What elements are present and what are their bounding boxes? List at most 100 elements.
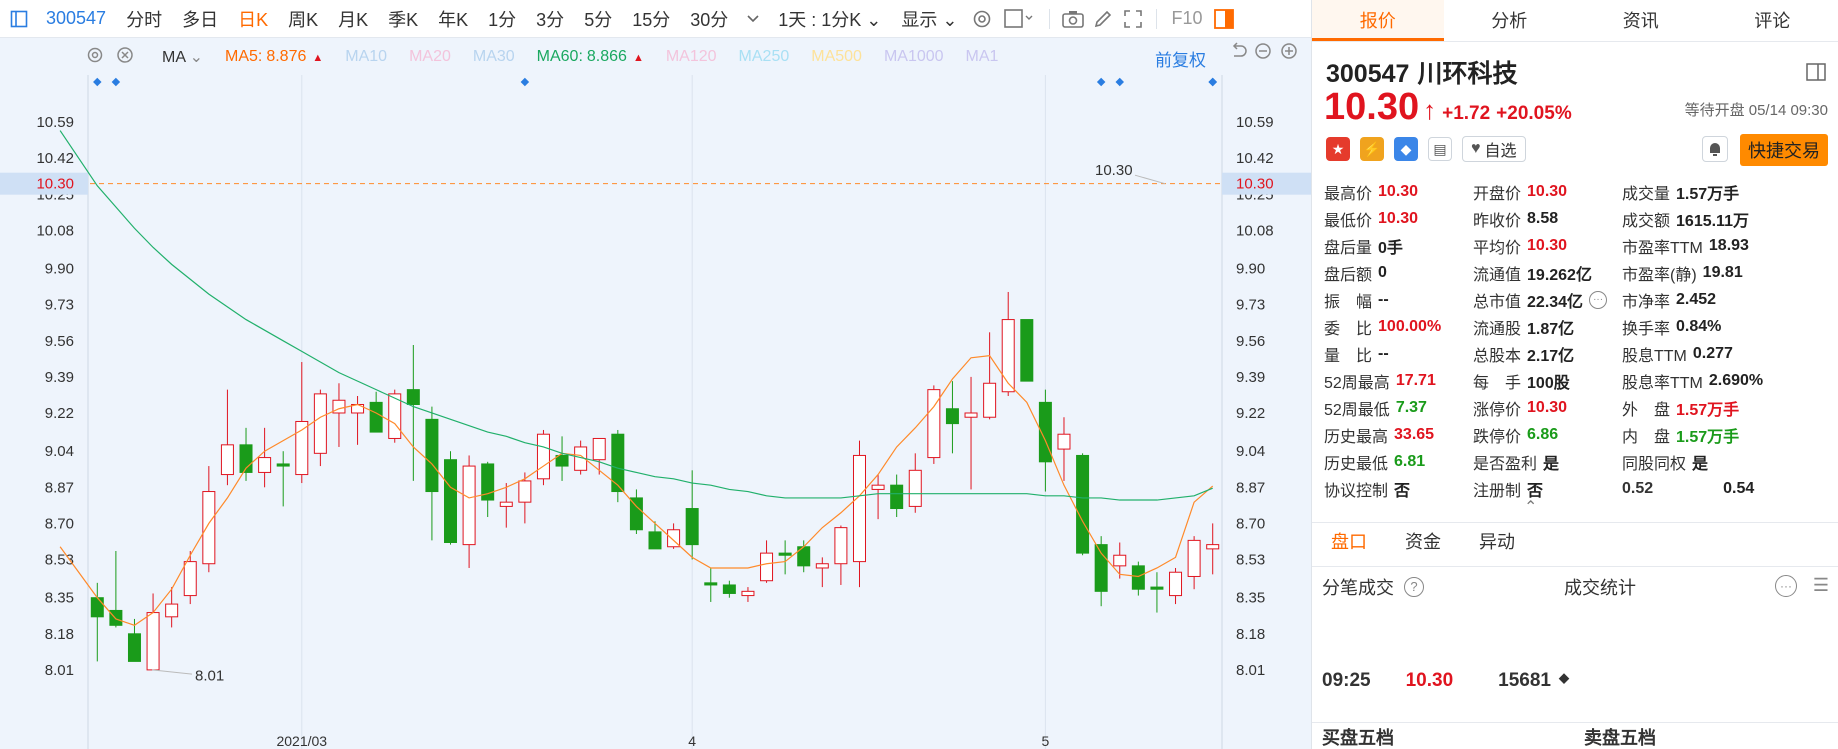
tab-1[interactable]: 分析 — [1444, 0, 1576, 41]
tag-icon[interactable]: ◆ — [1394, 137, 1418, 161]
bookmark-icon[interactable]: ▤ — [1428, 137, 1452, 161]
sub-tab-2[interactable]: 异动 — [1460, 523, 1534, 560]
quote-cell: 每 手 100股 — [1473, 369, 1622, 393]
range-select[interactable]: 1天 : 1分K ⌄ — [768, 6, 891, 32]
china-flag-icon[interactable]: ★ — [1326, 137, 1350, 161]
zoom-out-icon[interactable] — [1254, 42, 1280, 65]
quote-cell: 总股本 2.17亿 — [1473, 342, 1622, 366]
quote-cell: 外 盘 1.57万手 — [1622, 396, 1834, 420]
ticks-tab[interactable]: 分笔成交 — [1322, 574, 1394, 600]
undo-icon[interactable] — [1230, 42, 1256, 65]
event-marker-icon[interactable] — [111, 77, 121, 87]
display-label: 显示 — [901, 9, 938, 30]
settings-icon[interactable] — [967, 4, 997, 34]
quick-trade-button[interactable]: 快捷交易 — [1740, 134, 1828, 166]
quote-value: 0.277 — [1692, 344, 1733, 362]
ma-item[interactable]: MA500 — [789, 48, 862, 66]
candle-body — [1150, 586, 1164, 590]
list-icon[interactable]: ☰ — [1813, 575, 1829, 596]
sub-tab-0[interactable]: 盘口 — [1312, 523, 1386, 560]
chevron-down-icon[interactable] — [738, 4, 768, 34]
panel-toggle-icon[interactable] — [1209, 4, 1239, 34]
quote-value: 10.30 — [1527, 236, 1568, 254]
timeframe-tab[interactable]: 日K — [228, 6, 278, 32]
candle-body — [127, 633, 141, 662]
quote-cell: 52周最高 17.71 — [1324, 369, 1473, 393]
toolbar: 300547 分时 多日 日K 周K 月K 季K 年K 1分 3分 5分 15分 30分 1天 : 1… — [0, 0, 1311, 38]
candle-body — [611, 433, 625, 493]
fuquan-button[interactable]: 前复权 — [1155, 46, 1206, 71]
quote-label: 52周最高 — [1324, 374, 1390, 392]
ma-item[interactable]: MA120 — [644, 48, 717, 66]
tab-2[interactable]: 资讯 — [1575, 0, 1707, 41]
chevron-up-icon[interactable]: ⌃ — [1524, 497, 1537, 517]
f10-button[interactable]: F10 — [1165, 8, 1208, 29]
ma-item[interactable]: MA1 — [944, 48, 999, 66]
quote-value: 0.84% — [1676, 317, 1722, 335]
quote-label: 流通值 — [1473, 266, 1522, 284]
candle-body — [1169, 571, 1183, 597]
trade-stats-tab[interactable]: 成交统计 — [1564, 574, 1636, 600]
timeframe-tab[interactable]: 季K — [378, 6, 428, 32]
timeframe-tab[interactable]: 5分 — [574, 6, 622, 32]
display-select[interactable]: 显示 ⌄ — [891, 6, 967, 32]
ma-item[interactable]: MA30 — [451, 48, 515, 66]
quote-cell: 总市值 22.34亿 ··· — [1473, 288, 1622, 312]
quote-cell: 盘后额 0 — [1324, 261, 1473, 285]
ma-item[interactable]: MA5: 8.876 ▲ — [203, 48, 323, 66]
y-tick-label-left: 9.56 — [45, 333, 74, 350]
ma-item[interactable]: MA1000 — [862, 48, 944, 66]
event-marker-icon[interactable] — [93, 77, 102, 87]
timeframe-tab[interactable]: 1分 — [478, 6, 526, 32]
quote-value: 10.30 — [1378, 209, 1419, 227]
help-icon[interactable]: ? — [1404, 576, 1424, 597]
ma-item[interactable]: MA250 — [717, 48, 790, 66]
collapse-icon[interactable] — [1806, 63, 1826, 86]
timeframe-tab[interactable]: 3分 — [526, 6, 574, 32]
more-icon[interactable]: ··· — [1589, 290, 1608, 309]
ma-select[interactable]: MA ⌄ — [162, 47, 203, 67]
stock-code[interactable]: 300547 — [38, 8, 116, 29]
quote-label: 换手率 — [1622, 320, 1671, 338]
market-status: 等待开盘 05/14 09:30 — [1684, 102, 1828, 119]
lightning-icon[interactable]: ⚡ — [1360, 137, 1384, 161]
y-tick-label-left: 8.87 — [45, 479, 74, 496]
add-watchlist-button[interactable]: ♥ 自选 — [1462, 136, 1526, 162]
timeframe-tab[interactable]: 分时 — [116, 6, 172, 32]
fullscreen-icon[interactable] — [1118, 4, 1148, 34]
timeframe-tab[interactable]: 30分 — [680, 6, 738, 32]
quote-label: 盘后量 — [1324, 239, 1373, 257]
layout-icon[interactable] — [997, 4, 1041, 34]
quote-cell: 历史最低 6.81 — [1324, 450, 1473, 474]
event-marker-icon[interactable] — [520, 77, 530, 87]
timeframe-tab[interactable]: 月K — [328, 6, 378, 32]
ma-item[interactable]: MA20 — [387, 48, 451, 66]
sub-tab-1[interactable]: 资金 — [1386, 523, 1460, 560]
ma-item[interactable]: MA10 — [323, 48, 387, 66]
divider — [1156, 8, 1158, 29]
bell-icon[interactable] — [1702, 136, 1728, 162]
tab-3[interactable]: 评论 — [1707, 0, 1838, 41]
tab-0[interactable]: 报价 — [1312, 0, 1444, 41]
quote-cell: 昨收价 8.58 — [1473, 207, 1622, 231]
zoom-in-icon[interactable] — [1280, 42, 1306, 65]
ma-settings-icon[interactable] — [86, 46, 112, 69]
quote-label: 股息率TTM — [1622, 374, 1703, 392]
sidebar-toggle-icon[interactable] — [0, 0, 38, 38]
camera-icon[interactable] — [1058, 4, 1088, 34]
ma-close-icon[interactable] — [116, 46, 142, 69]
more-icon[interactable]: ··· — [1775, 575, 1797, 597]
event-marker-icon[interactable] — [1096, 77, 1106, 87]
current-price-label-left: 10.30 — [36, 176, 74, 193]
kline-chart[interactable]: 10.59 10.59 10.42 10.42 10.25 10.25 10.08 10.08… — [0, 75, 1311, 749]
candle-body — [648, 531, 662, 550]
timeframe-tab[interactable]: 15分 — [622, 6, 680, 32]
pen-icon[interactable] — [1088, 4, 1118, 34]
quote-panel: 报价 分析 资讯 评论 300547 川环科技 10.30 ↑ +1.72 +20.05… — [1311, 0, 1838, 749]
event-marker-icon[interactable] — [1115, 77, 1124, 87]
event-marker-icon[interactable] — [1208, 77, 1217, 87]
ma-item[interactable]: MA60: 8.866 ▲ — [515, 48, 644, 66]
timeframe-tab[interactable]: 周K — [278, 6, 328, 32]
timeframe-tab[interactable]: 年K — [428, 6, 478, 32]
timeframe-tab[interactable]: 多日 — [172, 6, 228, 32]
